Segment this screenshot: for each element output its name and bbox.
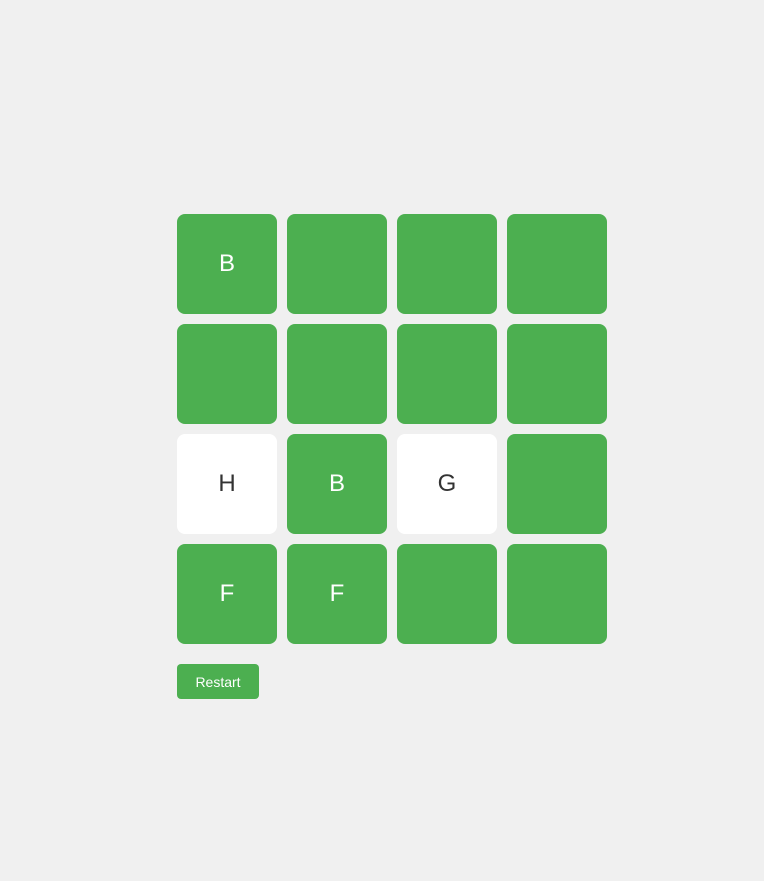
tile-r4-c1[interactable]: F — [177, 544, 277, 644]
tile-r1-c2[interactable] — [287, 214, 387, 314]
tile-r1-c3[interactable] — [397, 214, 497, 314]
tile-r2-c3[interactable] — [397, 324, 497, 424]
tile-r3-c1[interactable]: H — [177, 434, 277, 534]
tile-r3-c3[interactable]: G — [397, 434, 497, 534]
tile-r1-c1[interactable]: B — [177, 214, 277, 314]
tile-r3-c4[interactable] — [507, 434, 607, 534]
game-container: B H B G F F Restart — [177, 214, 607, 699]
tile-r3-c2[interactable]: B — [287, 434, 387, 534]
tile-r4-c2[interactable]: F — [287, 544, 387, 644]
tile-r1-c4[interactable] — [507, 214, 607, 314]
tile-r2-c2[interactable] — [287, 324, 387, 424]
restart-button[interactable]: Restart — [177, 664, 259, 699]
tile-r2-c4[interactable] — [507, 324, 607, 424]
tile-r2-c1[interactable] — [177, 324, 277, 424]
tile-board: B H B G F F — [177, 214, 607, 644]
tile-r4-c4[interactable] — [507, 544, 607, 644]
tile-r4-c3[interactable] — [397, 544, 497, 644]
